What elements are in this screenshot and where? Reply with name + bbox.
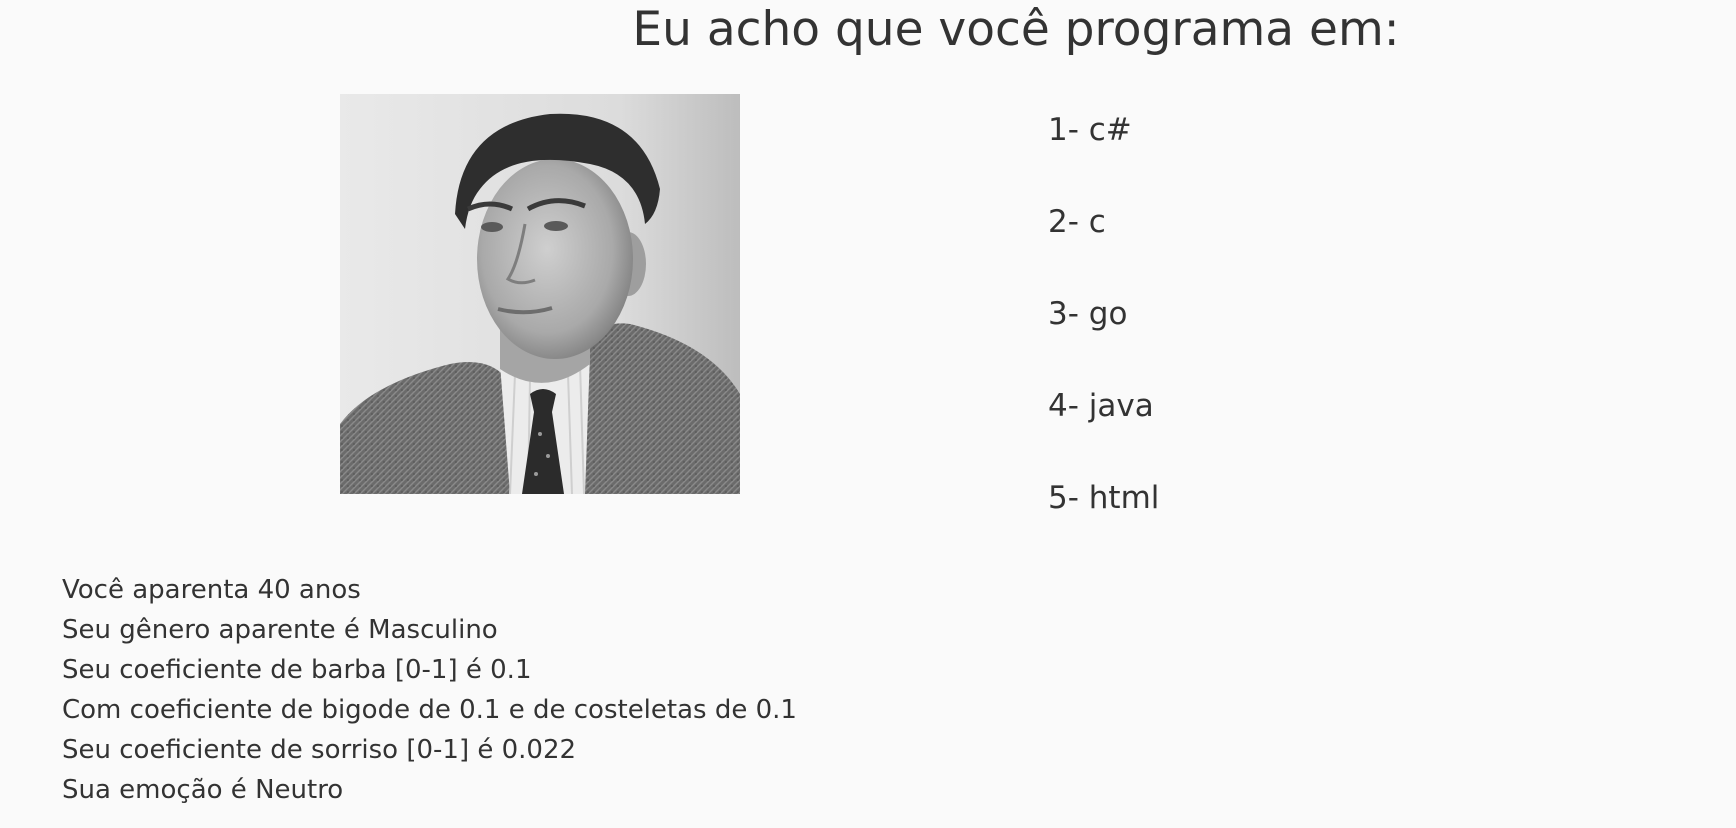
language-item: 4- java [1048, 388, 1154, 424]
portrait-photo-image [340, 94, 740, 494]
language-ranking-list: 1- c# 2- c 3- go 4- java 5- html [1048, 108, 1159, 568]
gender-estimate: Seu gênero aparente é Masculino [62, 615, 498, 645]
result-page: Eu acho que você programa em: 1- c# 2- c… [0, 0, 1736, 828]
face-analysis-list: Você aparenta 40 anos Seu gênero aparent… [62, 570, 797, 810]
emotion-estimate: Sua emoção é Neutro [62, 775, 344, 805]
language-item: 1- c# [1048, 112, 1132, 148]
beard-coefficient: Seu coeficiente de barba [0-1] é 0.1 [62, 655, 532, 685]
portrait-photo [340, 94, 740, 494]
language-item: 2- c [1048, 204, 1106, 240]
language-item: 5- html [1048, 480, 1160, 516]
page-title: Eu acho que você programa em: [632, 2, 1400, 57]
mustache-sideburns-coefficient: Com coeficiente de bigode de 0.1 e de co… [62, 695, 797, 725]
smile-coefficient: Seu coeficiente de sorriso [0-1] é 0.022 [62, 735, 577, 765]
language-item: 3- go [1048, 296, 1128, 332]
age-estimate: Você aparenta 40 anos [62, 575, 361, 605]
